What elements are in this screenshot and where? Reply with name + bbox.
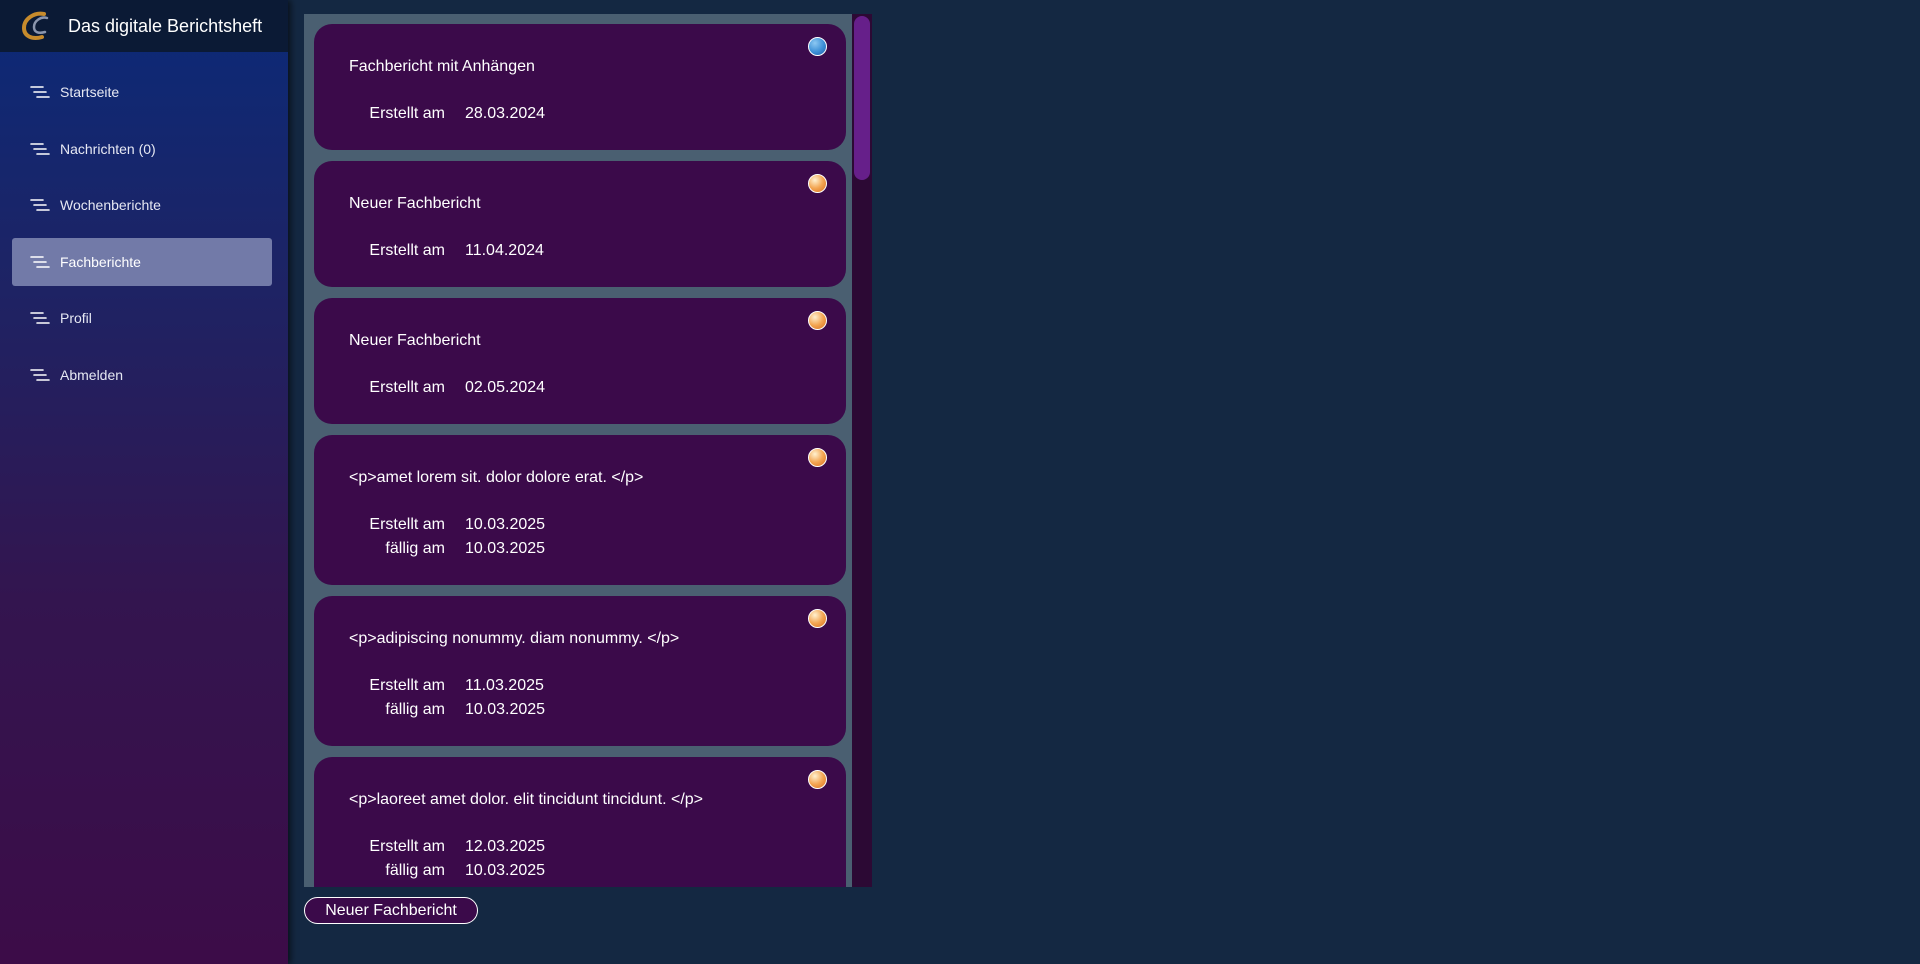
menu-lines-icon (30, 312, 50, 324)
app-logo-icon (21, 11, 49, 40)
status-indicator-icon (808, 174, 827, 193)
sidebar-item-fachberichte[interactable]: Fachberichte (12, 237, 272, 286)
created-label: Erstellt am (369, 379, 445, 396)
app-title: Das digitale Berichtsheft (68, 15, 263, 36)
due-date: 10.03.2025 (465, 701, 546, 718)
created-date: 02.05.2024 (465, 379, 546, 396)
report-title: <p>adipiscing nonummy. diam nonummy. </p… (349, 630, 680, 647)
sidebar-header: Das digitale Berichtsheft (0, 0, 288, 52)
due-label: fällig am (385, 862, 445, 879)
menu-lines-icon (30, 86, 50, 98)
created-label: Erstellt am (369, 242, 445, 259)
scrollbar-track[interactable] (852, 14, 872, 887)
created-row: Erstellt am 12.03.2025 (349, 835, 826, 859)
report-card[interactable]: Neuer Fachbericht Erstellt am 11.04.2024 (314, 161, 846, 287)
due-label: fällig am (385, 701, 445, 718)
new-report-button[interactable]: Neuer Fachbericht (304, 897, 478, 924)
report-card[interactable]: <p>adipiscing nonummy. diam nonummy. </p… (314, 596, 846, 746)
sidebar-item-nachrichten[interactable]: Nachrichten (0) (12, 125, 272, 173)
created-label: Erstellt am (369, 838, 445, 855)
status-indicator-icon (808, 311, 827, 330)
created-date: 28.03.2024 (465, 105, 546, 122)
sidebar-item-wochenberichte[interactable]: Wochenberichte (12, 181, 272, 229)
menu-lines-icon (30, 368, 50, 381)
menu-lines-icon (30, 142, 50, 155)
report-title: Neuer Fachbericht (349, 195, 481, 212)
report-title: Neuer Fachbericht (349, 332, 481, 349)
due-date: 10.03.2025 (465, 862, 546, 879)
scrollbar-thumb[interactable] (854, 16, 870, 180)
sidebar-item-label: Nachrichten (0) (60, 140, 156, 157)
report-title: <p>amet lorem sit. dolor dolore erat. </… (349, 469, 644, 486)
report-cards: Fachbericht mit Anhängen Erstellt am 28.… (314, 24, 846, 887)
created-row: Erstellt am 28.03.2024 (349, 102, 826, 126)
sidebar-item-profil[interactable]: Profil (12, 294, 272, 342)
status-indicator-icon (808, 609, 827, 628)
sidebar-item-label: Fachberichte (60, 253, 141, 270)
status-indicator-icon (808, 448, 827, 467)
created-label: Erstellt am (369, 677, 445, 694)
sidebar-item-abmelden[interactable]: Abmelden (12, 351, 272, 399)
sidebar-item-label: Abmelden (60, 366, 124, 383)
sidebar-item-label: Startseite (60, 84, 120, 100)
created-date: 12.03.2025 (465, 838, 546, 855)
due-date: 10.03.2025 (465, 540, 546, 557)
status-indicator-icon (808, 37, 827, 56)
created-date: 10.03.2025 (465, 516, 546, 533)
created-row: Erstellt am 11.04.2024 (349, 239, 826, 263)
created-row: Erstellt am 11.03.2025 (349, 674, 826, 698)
report-list: Fachbericht mit Anhängen Erstellt am 28.… (304, 14, 872, 887)
created-row: Erstellt am 10.03.2025 (349, 513, 826, 537)
created-label: Erstellt am (369, 105, 445, 122)
report-card[interactable]: Neuer Fachbericht Erstellt am 02.05.2024 (314, 298, 846, 424)
report-card[interactable]: Fachbericht mit Anhängen Erstellt am 28.… (314, 24, 846, 150)
status-indicator-icon (808, 770, 827, 789)
report-card[interactable]: <p>laoreet amet dolor. elit tincidunt ti… (314, 757, 846, 887)
sidebar-item-label: Wochenberichte (60, 197, 161, 213)
created-date: 11.04.2024 (465, 242, 544, 259)
report-card[interactable]: <p>amet lorem sit. dolor dolore erat. </… (314, 435, 846, 585)
due-label: fällig am (385, 540, 445, 557)
menu-lines-icon (30, 255, 50, 268)
sidebar-nav: Startseite Nachrichten (0) Wochenbericht… (0, 52, 288, 399)
report-title: <p>laoreet amet dolor. elit tincidunt ti… (349, 791, 704, 808)
menu-lines-icon (30, 199, 50, 211)
created-row: Erstellt am 02.05.2024 (349, 376, 826, 400)
due-row: fällig am 10.03.2025 (349, 859, 826, 883)
created-date: 11.03.2025 (465, 677, 544, 694)
due-row: fällig am 10.03.2025 (349, 537, 826, 561)
report-title: Fachbericht mit Anhängen (349, 58, 535, 75)
sidebar-item-startseite[interactable]: Startseite (12, 68, 272, 116)
sidebar-item-label: Profil (60, 310, 92, 326)
due-row: fällig am 10.03.2025 (349, 698, 826, 722)
created-label: Erstellt am (369, 516, 445, 533)
sidebar: Das digitale Berichtsheft Startseite Nac… (0, 0, 288, 964)
